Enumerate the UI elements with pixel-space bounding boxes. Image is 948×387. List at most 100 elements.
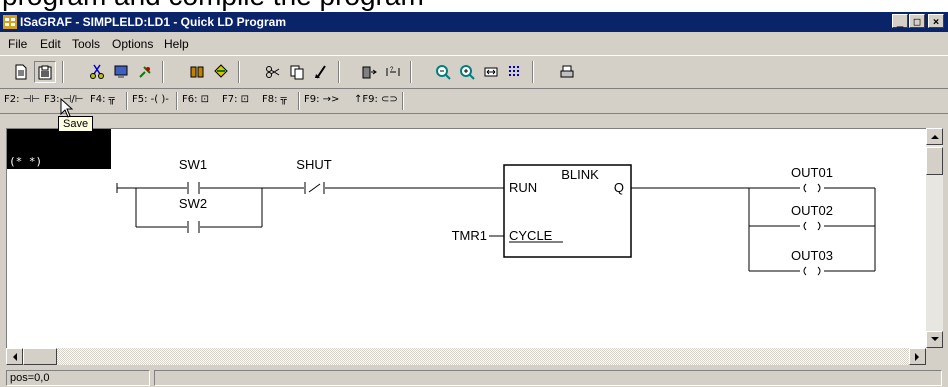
- contact-sw2[interactable]: [187, 221, 200, 233]
- vertical-scrollbar[interactable]: [926, 128, 943, 348]
- contact-sw1[interactable]: [187, 182, 200, 194]
- toolbar-separator: [338, 61, 340, 83]
- insert-icon: ?: [386, 67, 400, 76]
- ld-key-branch[interactable]: F8: ╦: [262, 94, 287, 105]
- arrow-down-icon: [930, 337, 939, 341]
- ld-key-return[interactable]: ↑F9: ⊂⊃: [354, 94, 398, 105]
- coil-out01[interactable]: [749, 183, 875, 193]
- coil-label-out03: OUT03: [791, 248, 833, 263]
- new-icon: [15, 64, 27, 80]
- menu-options[interactable]: Options: [112, 37, 153, 51]
- insert-button[interactable]: ?: [382, 61, 404, 83]
- coil-out03[interactable]: [749, 266, 875, 276]
- ladder-rung: SW1 SW2 SHUT BLINK RUN Q CYCLE TMR1 OUT0…: [116, 157, 876, 276]
- symbols-icon: [214, 64, 228, 78]
- ld-separator: [402, 92, 404, 110]
- save-tooltip: Save: [58, 116, 94, 132]
- dictionary-icon: [190, 66, 204, 78]
- save-icon: [38, 65, 52, 80]
- toolbar-separator: [238, 61, 240, 83]
- ld-key-coil[interactable]: F5: -( )-: [132, 94, 169, 105]
- zoom-in-icon: [460, 65, 475, 80]
- ld-key-block-after[interactable]: F7: ⊡: [222, 94, 249, 105]
- zoom-in-button[interactable]: [456, 61, 478, 83]
- horizontal-scrollbar[interactable]: [6, 348, 926, 365]
- contact-label-sw1: SW1: [179, 157, 207, 172]
- fit-button[interactable]: [480, 61, 502, 83]
- menu-file[interactable]: File: [8, 37, 27, 51]
- search-tool-button[interactable]: [134, 61, 156, 83]
- maximize-button[interactable]: □: [909, 14, 925, 28]
- symbols-button[interactable]: [210, 61, 232, 83]
- coil-label-out02: OUT02: [791, 203, 833, 218]
- cut-icon: [90, 64, 104, 79]
- scroll-right-button[interactable]: [909, 348, 926, 365]
- menu-edit[interactable]: Edit: [40, 37, 61, 51]
- grid-button[interactable]: [504, 61, 526, 83]
- fit-icon: [484, 67, 498, 77]
- horizontal-scroll-thumb[interactable]: [23, 348, 57, 365]
- monitor-button[interactable]: [110, 61, 132, 83]
- scroll-left-button[interactable]: [6, 348, 23, 365]
- save-button[interactable]: [34, 61, 56, 83]
- clipped-caption: program and compile the program: [0, 0, 948, 12]
- status-position: pos=0,0: [6, 370, 150, 386]
- search-tool-icon: [139, 66, 151, 78]
- ld-key-parallel[interactable]: F4: ╦: [90, 94, 115, 105]
- ld-key-jump[interactable]: F9: →>: [304, 94, 339, 105]
- contact-label-shut: SHUT: [296, 157, 331, 172]
- scissors-button[interactable]: [262, 61, 284, 83]
- contact-shut[interactable]: [304, 182, 325, 194]
- status-message-pane: [154, 370, 942, 386]
- block-output-q: Q: [614, 180, 624, 195]
- zoom-out-icon: [436, 65, 451, 80]
- print-icon: [560, 65, 574, 78]
- scissors-icon: [266, 66, 280, 78]
- toolbar-separator: [532, 61, 534, 83]
- new-button[interactable]: [10, 61, 32, 83]
- print-button[interactable]: [556, 61, 578, 83]
- ld-key-block[interactable]: F6: ⊡: [182, 94, 209, 105]
- toolbar-separator: [62, 61, 64, 83]
- zoom-out-button[interactable]: [432, 61, 454, 83]
- cut-button[interactable]: [86, 61, 108, 83]
- goto-button[interactable]: [358, 61, 380, 83]
- main-toolbar: ?: [0, 55, 948, 89]
- minimize-button[interactable]: _: [892, 14, 908, 28]
- menu-help[interactable]: Help: [164, 37, 189, 51]
- block-input-run: RUN: [509, 180, 537, 195]
- paste-icon: [315, 65, 326, 79]
- ld-separator: [126, 92, 128, 110]
- block-input-cycle: CYCLE: [509, 228, 553, 243]
- monitor-icon: [114, 65, 128, 78]
- scroll-up-button[interactable]: [926, 128, 943, 145]
- copy-icon: [290, 65, 304, 80]
- toolbar-separator: [410, 61, 412, 83]
- arrow-up-icon: [930, 135, 939, 139]
- status-bar: pos=0,0: [0, 368, 948, 387]
- dictionary-button[interactable]: [186, 61, 208, 83]
- ladder-diagram-canvas[interactable]: (* *) SW1 SW2 SHUT BLINK RUN Q CYCLE TMR…: [6, 128, 927, 349]
- ld-element-bar: F2: ⊣⊢ F3: ⊣/⊢ F4: ╦ F5: -( )- F6: ⊡ F7:…: [0, 89, 948, 114]
- grid-icon: [509, 66, 519, 76]
- close-button[interactable]: ×: [928, 14, 944, 28]
- ld-separator: [298, 92, 300, 110]
- menu-tools[interactable]: Tools: [72, 37, 100, 51]
- copy-button[interactable]: [286, 61, 308, 83]
- menu-bar: File Edit Tools Options Help: [0, 33, 948, 53]
- arrow-right-icon: [915, 352, 919, 361]
- scroll-down-button[interactable]: [926, 331, 943, 348]
- coil-out02[interactable]: [749, 221, 875, 231]
- paste-button[interactable]: [310, 61, 332, 83]
- ld-key-contact[interactable]: F2: ⊣⊢: [4, 94, 40, 105]
- coil-label-out01: OUT01: [791, 165, 833, 180]
- vertical-scroll-thumb[interactable]: [926, 147, 943, 175]
- cycle-variable: TMR1: [452, 228, 487, 243]
- mouse-pointer-icon: [60, 98, 74, 118]
- window-controls: _ □ ×: [891, 14, 944, 28]
- title-bar[interactable]: ISaGRAF - SIMPLELD:LD1 - Quick LD Progra…: [0, 12, 948, 32]
- contact-label-sw2: SW2: [179, 196, 207, 211]
- isagraf-app-icon[interactable]: [3, 15, 17, 29]
- window-title: ISaGRAF - SIMPLELD:LD1 - Quick LD Progra…: [20, 15, 287, 29]
- block-name: BLINK: [561, 167, 599, 182]
